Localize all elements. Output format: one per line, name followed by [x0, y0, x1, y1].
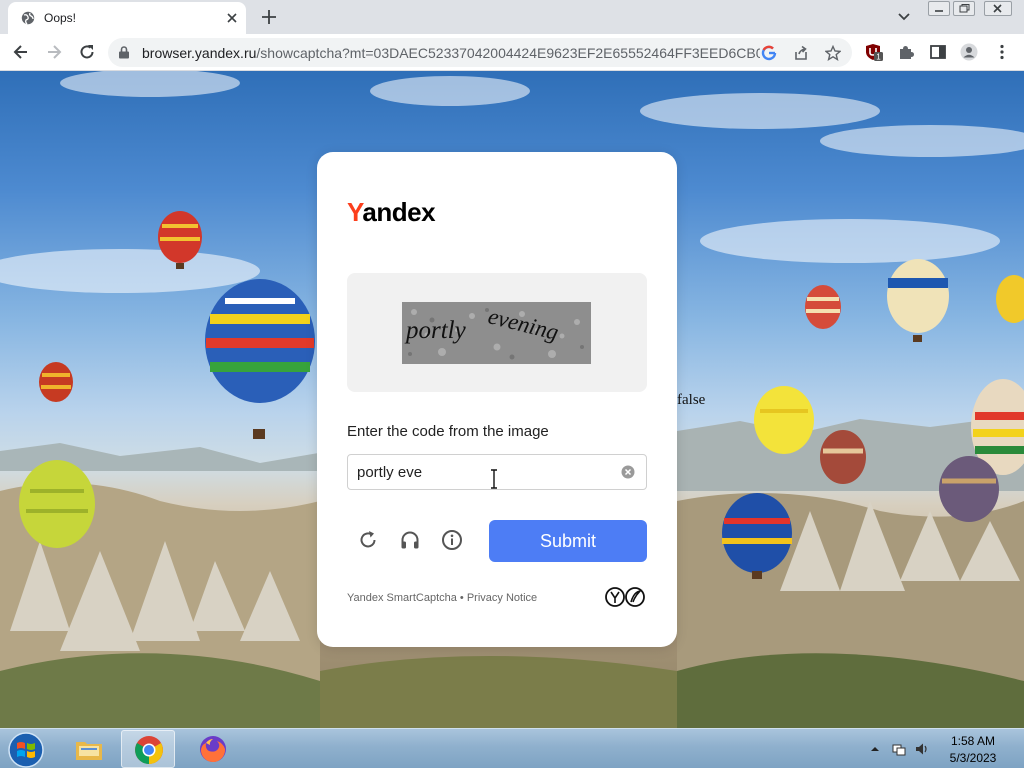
balloon [19, 460, 95, 548]
yandex-logo: Yandex [347, 197, 436, 228]
captcha-card: Yandex portly evening Enter the code fro… [317, 152, 677, 647]
taskbar-chrome[interactable] [121, 730, 175, 768]
profile-avatar-icon[interactable] [960, 43, 978, 61]
captcha-prompt: Enter the code from the image [347, 423, 549, 440]
taskbar-firefox[interactable] [186, 730, 240, 768]
new-tab-icon[interactable] [260, 8, 278, 26]
firefox-icon [200, 736, 226, 763]
text-cursor-icon [491, 469, 497, 489]
url-host: browser.yandex.ru [142, 45, 257, 61]
captcha-footer: Yandex SmartCaptcha • Privacy Notice [347, 592, 537, 604]
show-hidden-icons-icon[interactable] [868, 742, 882, 756]
footer-brand-link[interactable]: Yandex SmartCaptcha [347, 592, 457, 604]
system-clock[interactable]: 1:58 AM 5/3/2023 [944, 733, 1002, 767]
clear-input-icon[interactable] [621, 465, 635, 479]
reload-icon[interactable] [77, 42, 97, 62]
logo-letter: Y [347, 197, 363, 227]
side-panel-icon[interactable] [929, 43, 947, 61]
browser-tab[interactable]: Oops! [8, 2, 246, 34]
restore-button[interactable] [953, 1, 975, 16]
file-explorer-icon [76, 742, 102, 760]
balloon [887, 259, 949, 342]
info-icon[interactable] [441, 529, 463, 551]
chevron-down-icon[interactable] [897, 10, 911, 24]
network-icon[interactable] [892, 742, 906, 756]
stray-text: false [677, 392, 706, 408]
chrome-icon [135, 736, 163, 764]
captcha-image: portly evening [402, 302, 591, 364]
audio-captcha-icon[interactable] [399, 529, 421, 551]
minimize-icon [935, 10, 943, 12]
balloon [39, 362, 73, 402]
balloon [820, 430, 866, 484]
yandex-smartcaptcha-logo-icon [605, 587, 645, 607]
footer-separator: • [456, 592, 467, 604]
submit-button[interactable]: Submit [489, 520, 647, 562]
close-tab-icon[interactable] [224, 10, 240, 26]
back-arrow-icon[interactable] [11, 42, 31, 62]
extension-badge: 1 [876, 53, 881, 62]
restore-icon [959, 4, 970, 13]
refresh-captcha-icon[interactable] [357, 529, 379, 551]
minimize-button[interactable] [928, 1, 950, 16]
url-text[interactable]: browser.yandex.ru/showcaptcha?mt=03DAEC5… [142, 45, 760, 61]
balloon [939, 456, 999, 522]
foreground-center [320, 656, 677, 728]
more-menu-icon[interactable] [993, 43, 1011, 61]
balloon [205, 279, 315, 439]
start-button-icon[interactable] [7, 731, 45, 768]
google-translate-icon[interactable] [761, 45, 777, 61]
share-icon[interactable] [793, 45, 809, 61]
logo-text: andex [362, 197, 436, 227]
tab-title: Oops! [44, 11, 77, 25]
volume-icon[interactable] [915, 742, 929, 756]
captcha-image-container: portly evening [347, 273, 647, 392]
browser-toolbar: browser.yandex.ru/showcaptcha?mt=03DAEC5… [0, 34, 1024, 71]
taskbar-file-explorer[interactable] [62, 730, 116, 768]
captcha-word-1: portly [404, 317, 467, 344]
ublock-extension-icon[interactable]: 1 [865, 43, 883, 61]
balloon [805, 285, 841, 329]
windows-taskbar: 1:58 AM 5/3/2023 [0, 728, 1024, 768]
close-icon [993, 4, 1002, 13]
page-viewport: false Yandex portly evening Enter the co… [0, 71, 1024, 728]
bookmark-star-icon[interactable] [825, 45, 841, 61]
forward-arrow-icon[interactable] [44, 42, 64, 62]
balloon [996, 275, 1024, 323]
balloon [754, 386, 814, 454]
tab-strip: Oops! [0, 0, 1024, 34]
privacy-notice-link[interactable]: Privacy Notice [467, 592, 537, 604]
globe-icon [21, 11, 35, 25]
url-path: /showcaptcha?mt=03DAEC52337042004424E962… [256, 45, 760, 61]
address-bar[interactable]: browser.yandex.ru/showcaptcha?mt=03DAEC5… [108, 38, 852, 67]
lock-icon[interactable] [118, 46, 130, 59]
clock-date: 5/3/2023 [949, 751, 997, 765]
captcha-input[interactable] [348, 455, 618, 489]
extensions-puzzle-icon[interactable] [897, 43, 915, 61]
close-window-button[interactable] [984, 1, 1012, 16]
clock-time: 1:58 AM [950, 734, 996, 748]
